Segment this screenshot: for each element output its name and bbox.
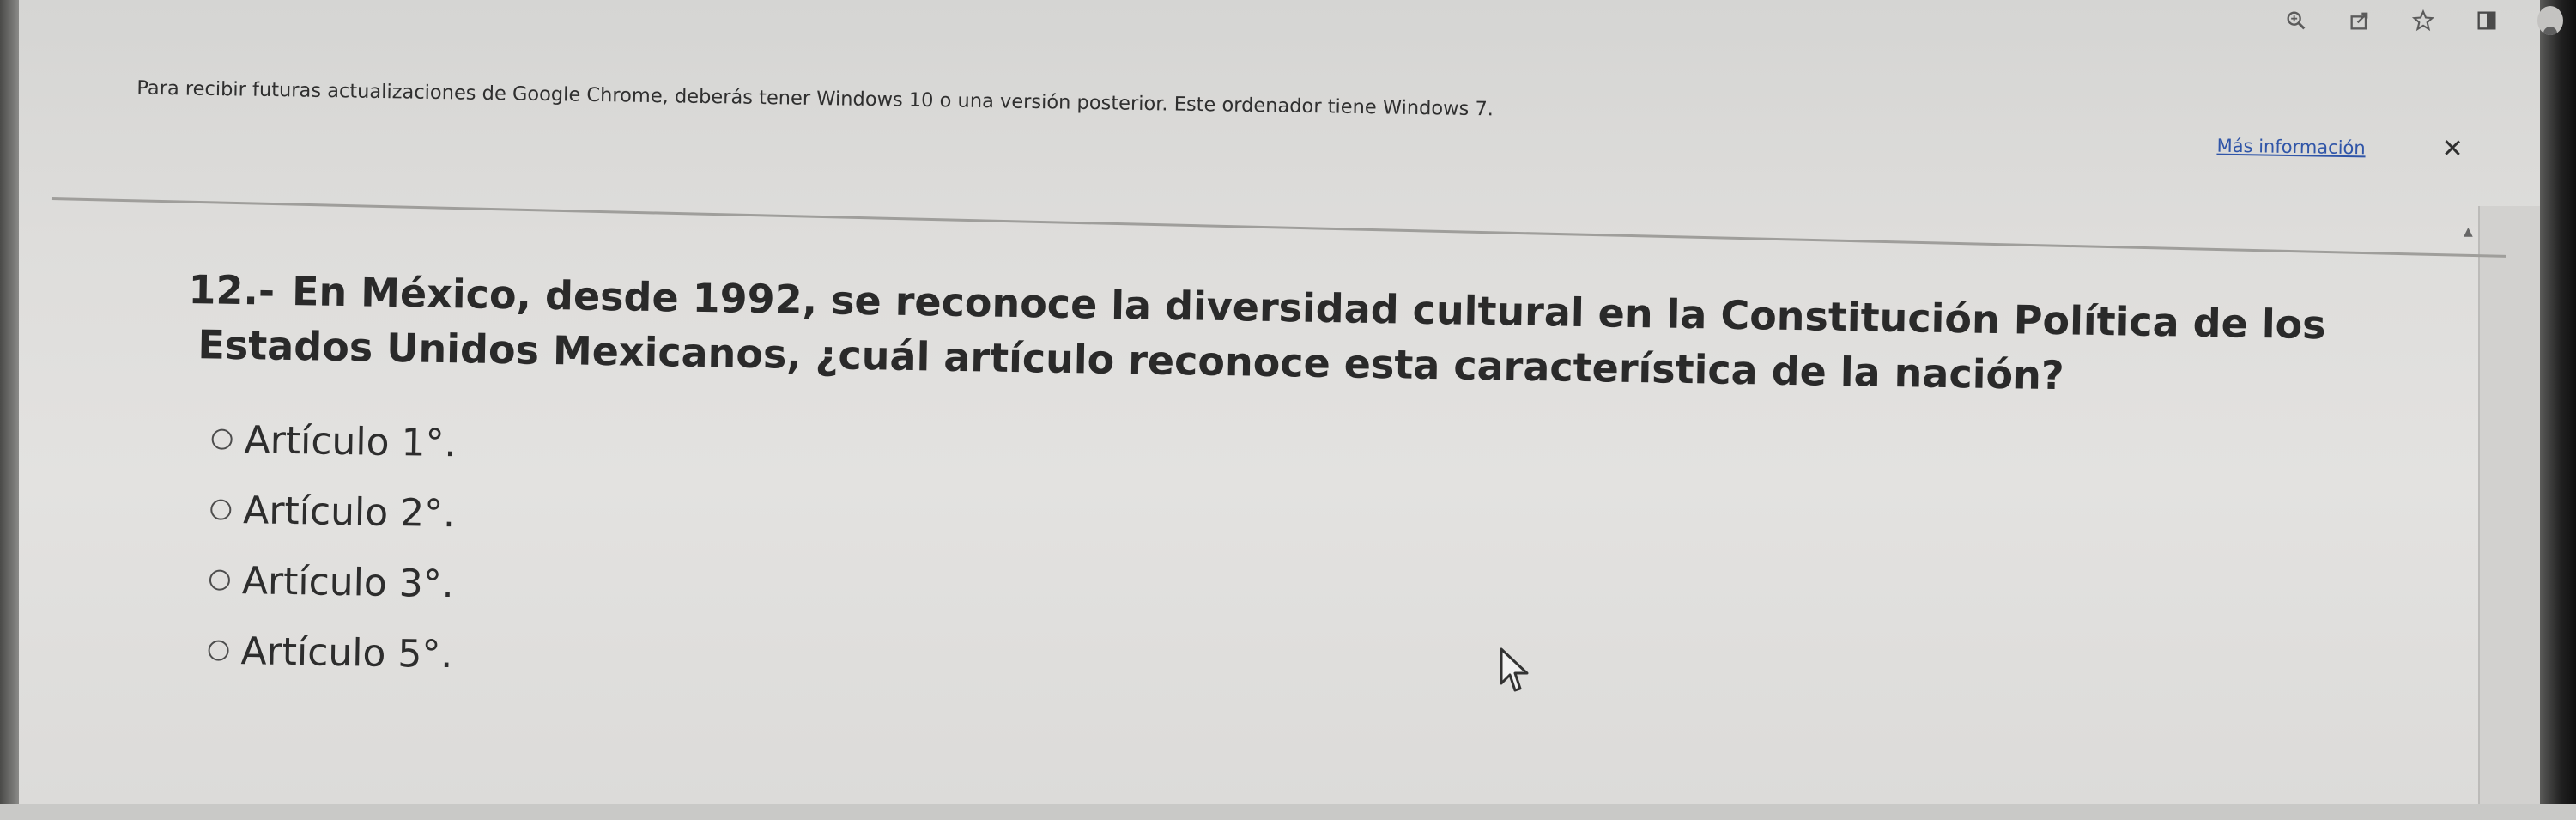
browser-toolbar-icons — [2283, 5, 2576, 36]
radio-button[interactable] — [210, 499, 232, 520]
zoom-icon[interactable] — [2283, 8, 2309, 33]
option-label: Artículo 3°. — [241, 558, 455, 606]
question-number: 12.- — [188, 266, 276, 314]
option-articulo-1[interactable]: Artículo 1°. — [211, 404, 457, 478]
monitor-bezel-right — [2540, 0, 2576, 804]
radio-button[interactable] — [209, 569, 231, 591]
mouse-cursor-icon — [1500, 647, 1529, 692]
close-icon[interactable]: ✕ — [2441, 134, 2464, 164]
radio-button[interactable] — [208, 640, 229, 661]
question-card: 12.- En México, desde 1992, se reconoce l… — [180, 266, 2506, 820]
share-icon[interactable] — [2347, 8, 2373, 33]
sidebar-icon[interactable] — [2474, 8, 2500, 33]
option-articulo-5[interactable]: Artículo 5°. — [208, 615, 453, 689]
option-label: Artículo 1°. — [244, 417, 457, 465]
radio-button[interactable] — [211, 428, 233, 450]
option-label: Artículo 5°. — [240, 629, 453, 677]
option-label: Artículo 2°. — [242, 488, 456, 536]
infobar-message: Para recibir futuras actualizaciones de … — [136, 76, 1494, 121]
option-articulo-2[interactable]: Artículo 2°. — [210, 474, 456, 549]
profile-avatar-icon[interactable] — [2537, 6, 2563, 35]
more-info-link[interactable]: Más información — [2216, 136, 2365, 159]
answer-options: Artículo 1°. Artículo 2°. Artículo 3°. A… — [208, 404, 457, 689]
monitor-bezel-left — [0, 0, 19, 804]
option-articulo-3[interactable]: Artículo 3°. — [209, 544, 454, 619]
bookmark-star-icon[interactable] — [2410, 8, 2436, 33]
